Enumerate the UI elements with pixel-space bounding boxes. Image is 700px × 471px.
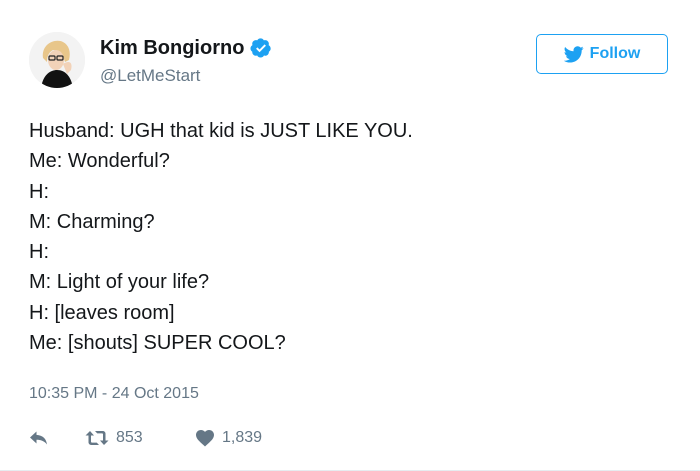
display-name[interactable]: Kim Bongiorno [100, 36, 244, 60]
like-count: 1,839 [222, 429, 263, 446]
follow-button[interactable]: Follow [536, 34, 668, 74]
tweet-actions: 853 1,839 [29, 428, 262, 448]
tweet-line: Husband: UGH that kid is JUST LIKE YOU. [29, 120, 413, 142]
like-button[interactable]: 1,839 [195, 429, 262, 447]
tweet-line: Me: [shouts] SUPER COOL? [29, 332, 286, 355]
tweet-line: M: Charming? [29, 210, 155, 233]
retweet-count: 853 [116, 429, 143, 446]
tweet-timestamp[interactable]: 10:35 PM - 24 Oct 2015 [29, 384, 199, 404]
tweet-line: H: [29, 241, 49, 264]
tweet-line: Me: Wonderful? [29, 150, 170, 173]
tweet-text: Husband: UGH that kid is JUST LIKE YOU. … [29, 116, 669, 358]
retweet-icon [85, 431, 109, 445]
twitter-bird-icon [563, 45, 584, 63]
name-row: Kim Bongiorno [100, 36, 272, 60]
heart-icon [196, 430, 214, 447]
user-handle[interactable]: @LetMeStart [100, 66, 200, 86]
reply-icon [30, 431, 47, 445]
tweet-card: Kim Bongiorno @LetMeStart Follow Husband… [0, 0, 700, 471]
avatar[interactable] [29, 32, 85, 88]
tweet-line: H: [leaves room] [29, 301, 175, 324]
avatar-photo [29, 32, 85, 88]
tweet-line: M: Light of your life? [29, 271, 210, 294]
reply-button[interactable] [29, 430, 85, 446]
retweet-button[interactable]: 853 [85, 429, 195, 447]
verified-badge-icon [250, 37, 272, 59]
follow-label: Follow [589, 45, 641, 62]
tweet-line: H: [29, 180, 49, 203]
